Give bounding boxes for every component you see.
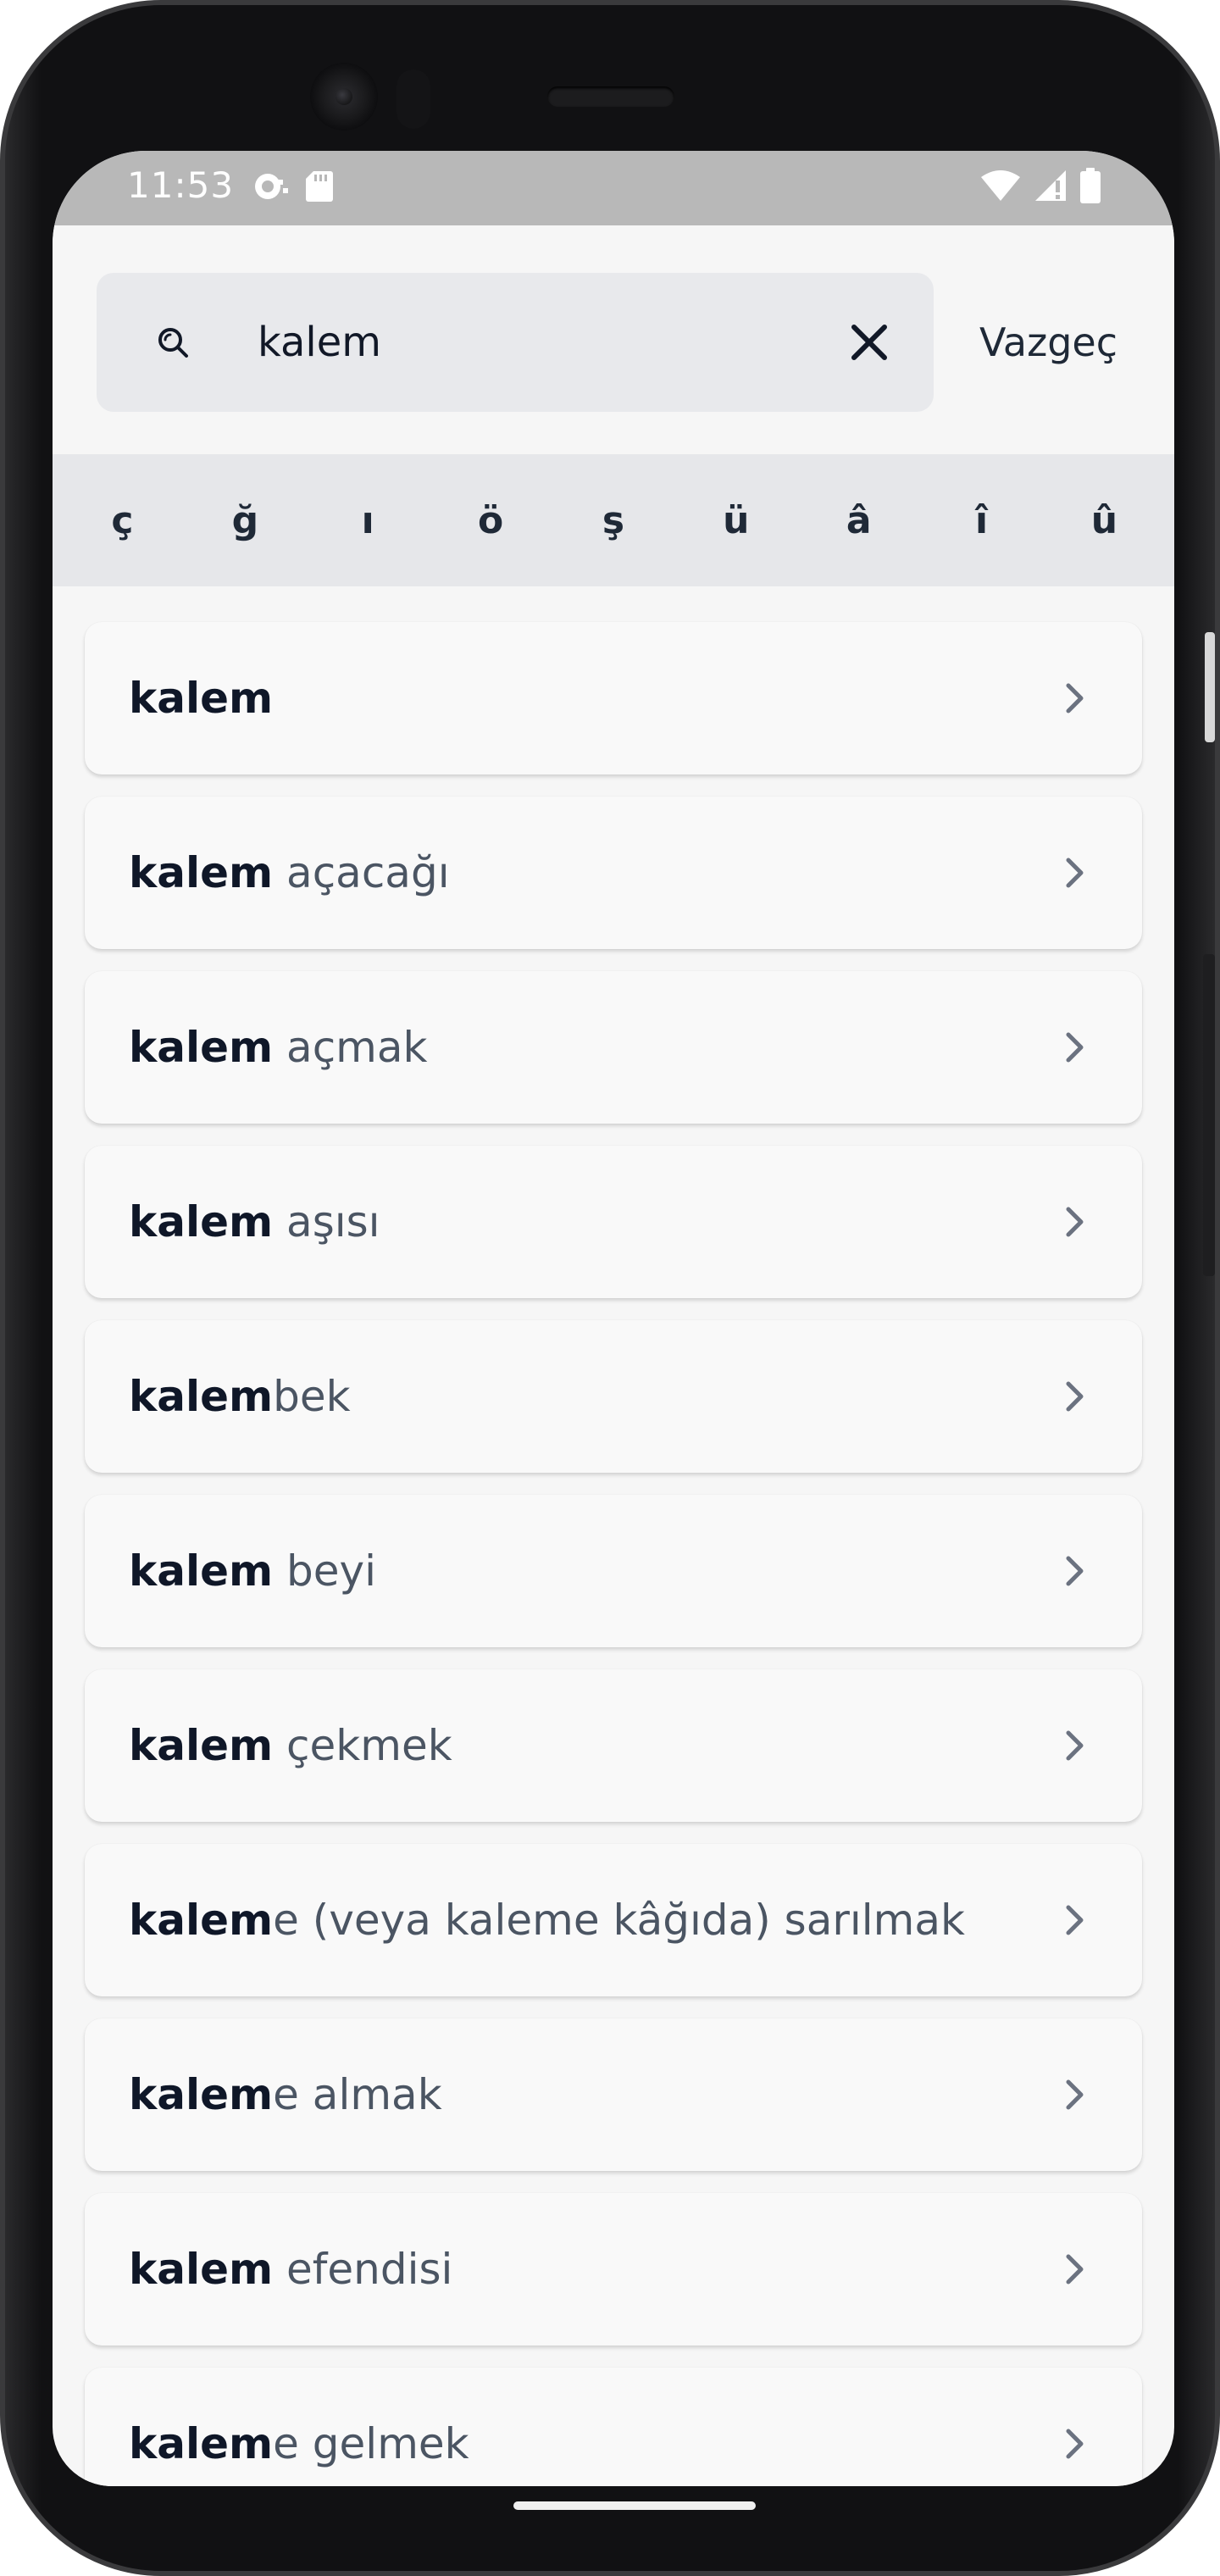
- status-time: 11:53: [127, 164, 235, 206]
- result-rest-text: aşısı: [273, 1197, 380, 1246]
- result-match-text: kalem: [129, 2245, 274, 2294]
- result-item[interactable]: kaleme (veya kaleme kâğıda) sarılmak: [85, 1844, 1142, 1996]
- earpiece-speaker: [547, 86, 674, 107]
- char-key-c-cedilla[interactable]: ç: [75, 499, 169, 542]
- volume-button: [1203, 954, 1215, 1276]
- chevron-right-icon: [1066, 2079, 1084, 2110]
- result-match-text: kalem: [129, 2070, 274, 2119]
- result-rest-text: açacağı: [273, 848, 450, 897]
- chevron-right-icon: [1066, 1207, 1084, 1237]
- status-system-icons: [979, 168, 1101, 203]
- result-item[interactable]: kalem beyi: [85, 1495, 1142, 1647]
- result-item[interactable]: kaleme almak: [85, 2018, 1142, 2171]
- wifi-icon: [981, 170, 1020, 201]
- chevron-right-icon: [1066, 858, 1084, 888]
- phone-frame: 11:53 kalem Vazgeç ç ğ ı ö ş ü â î û kal…: [0, 0, 1220, 2576]
- result-match-text: kalem: [129, 1372, 274, 1421]
- result-item[interactable]: kalem açacağı: [85, 797, 1142, 949]
- result-label: kaleme (veya kaleme kâğıda) sarılmak: [129, 1890, 965, 1951]
- cellular-signal-icon: [1035, 170, 1066, 201]
- chevron-right-icon: [1066, 1730, 1084, 1761]
- result-rest-text: e gelmek: [273, 2419, 469, 2468]
- app-screen: 11:53 kalem Vazgeç ç ğ ı ö ş ü â î û kal…: [53, 151, 1174, 2486]
- result-rest-text: e (veya kaleme kâğıda) sarılmak: [273, 1896, 965, 1945]
- result-item[interactable]: kaleme gelmek: [85, 2368, 1142, 2486]
- chevron-right-icon: [1066, 2254, 1084, 2285]
- home-indicator[interactable]: [513, 2501, 756, 2510]
- result-match-text: kalem: [129, 1197, 274, 1246]
- chevron-right-icon: [1066, 1032, 1084, 1063]
- search-query-text[interactable]: kalem: [258, 312, 381, 373]
- char-key-s-cedilla[interactable]: ş: [567, 499, 660, 542]
- chevron-right-icon: [1066, 683, 1084, 713]
- result-rest-text: e almak: [273, 2070, 442, 2119]
- search-header: kalem Vazgeç: [53, 225, 1174, 454]
- result-match-text: kalem: [129, 674, 274, 723]
- result-item[interactable]: kalem: [85, 622, 1142, 774]
- result-label: kalem aşısı: [129, 1191, 380, 1252]
- result-match-text: kalem: [129, 2419, 274, 2468]
- special-character-bar: ç ğ ı ö ş ü â î û: [53, 454, 1174, 586]
- char-key-dotless-i[interactable]: ı: [321, 499, 414, 542]
- result-match-text: kalem: [129, 1721, 274, 1770]
- chevron-right-icon: [1066, 2429, 1084, 2459]
- char-key-g-breve[interactable]: ğ: [198, 499, 291, 542]
- char-key-u-umlaut[interactable]: ü: [690, 499, 783, 542]
- result-match-text: kalem: [129, 848, 274, 897]
- chevron-right-icon: [1066, 1381, 1084, 1412]
- battery-icon: [1080, 168, 1101, 203]
- proximity-sensor: [396, 69, 430, 129]
- char-key-i-circumflex[interactable]: î: [935, 499, 1029, 542]
- search-input[interactable]: kalem: [97, 273, 934, 412]
- result-match-text: kalem: [129, 1896, 274, 1945]
- result-rest-text: çekmek: [273, 1721, 452, 1770]
- sd-card-icon: [306, 171, 333, 202]
- sync-notification-icon: [255, 174, 288, 199]
- cancel-button[interactable]: Vazgeç: [979, 312, 1117, 373]
- chevron-right-icon: [1066, 1556, 1084, 1586]
- result-label: kalem efendisi: [129, 2239, 452, 2300]
- result-label: kalem açacağı: [129, 842, 450, 903]
- result-label: kalem: [129, 668, 273, 729]
- result-label: kaleme almak: [129, 2064, 442, 2125]
- result-label: kalem çekmek: [129, 1715, 452, 1776]
- result-match-text: kalem: [129, 1546, 274, 1596]
- result-label: kalembek: [129, 1366, 351, 1427]
- result-rest-text: açmak: [273, 1023, 428, 1072]
- char-key-a-circumflex[interactable]: â: [812, 499, 906, 542]
- result-item[interactable]: kalembek: [85, 1320, 1142, 1473]
- result-item[interactable]: kalem açmak: [85, 971, 1142, 1124]
- front-camera: [310, 63, 378, 130]
- status-bar: 11:53: [53, 151, 1174, 225]
- result-rest-text: efendisi: [273, 2245, 453, 2294]
- status-notification-icons: [252, 169, 334, 203]
- power-button: [1205, 632, 1215, 742]
- result-label: kaleme gelmek: [129, 2413, 469, 2474]
- char-key-u-circumflex[interactable]: û: [1057, 499, 1151, 542]
- char-key-o-umlaut[interactable]: ö: [444, 499, 537, 542]
- result-match-text: kalem: [129, 1023, 274, 1072]
- search-icon: [158, 328, 188, 358]
- result-label: kalem beyi: [129, 1541, 376, 1602]
- result-item[interactable]: kalem çekmek: [85, 1669, 1142, 1822]
- result-item[interactable]: kalem aşısı: [85, 1146, 1142, 1298]
- result-label: kalem açmak: [129, 1017, 427, 1078]
- result-rest-text: beyi: [273, 1546, 377, 1596]
- clear-search-icon[interactable]: [842, 315, 896, 369]
- result-item[interactable]: kalem efendisi: [85, 2193, 1142, 2346]
- search-results-list: kalem kalem açacağı kalem açmak kalem aş…: [85, 622, 1142, 2486]
- chevron-right-icon: [1066, 1905, 1084, 1935]
- result-rest-text: bek: [273, 1372, 351, 1421]
